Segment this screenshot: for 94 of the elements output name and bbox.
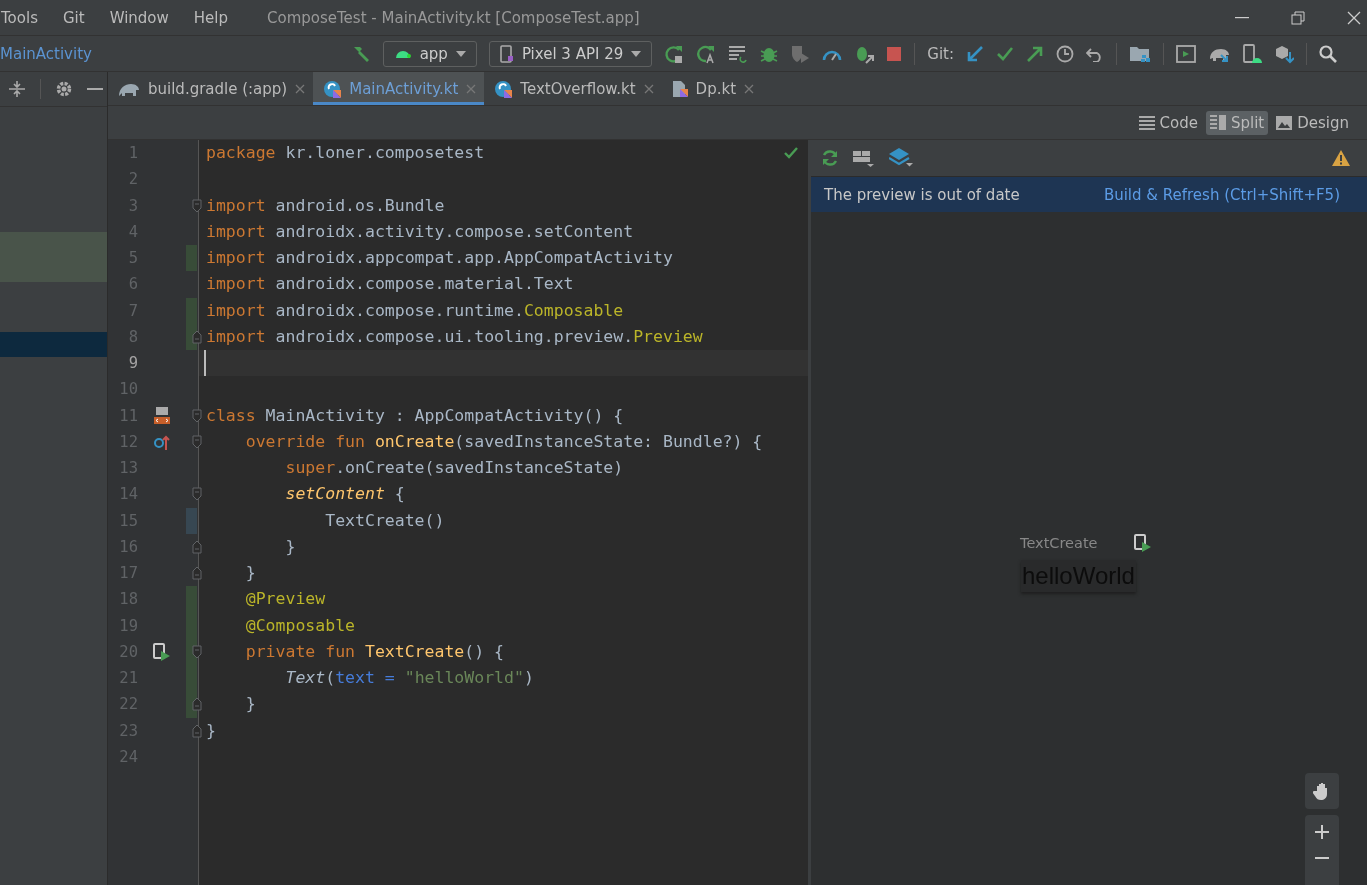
code-line: TextCreate() bbox=[324, 509, 445, 532]
line-number: 9 bbox=[127, 353, 138, 374]
code-line: } bbox=[244, 693, 256, 716]
change-marker[interactable] bbox=[186, 245, 197, 272]
split-view-icon bbox=[1209, 114, 1226, 131]
code-line: import androidx.compose.ui.tooling.preview.Preview bbox=[205, 325, 703, 348]
code-line: @Composable bbox=[244, 614, 355, 637]
menu-item[interactable]: Window bbox=[109, 8, 178, 27]
breadcrumb[interactable]: MainActivity bbox=[0, 44, 92, 63]
shield-run-icon[interactable] bbox=[790, 43, 811, 64]
code-line: override fun onCreate(savedInstanceState: Bundle?) { bbox=[244, 430, 763, 453]
code-line: } bbox=[205, 719, 216, 742]
code-line: import androidx.compose.runtime.Composable bbox=[205, 299, 624, 322]
kotlin-file-icon bbox=[323, 79, 342, 98]
android-icon bbox=[393, 49, 412, 58]
apply-changes-icon[interactable] bbox=[696, 43, 717, 64]
window-title: ComposeTest - MainActivity.kt [ComposeTest.app] bbox=[267, 8, 640, 27]
undo-icon[interactable] bbox=[1086, 45, 1104, 62]
search-icon[interactable] bbox=[1319, 44, 1337, 63]
layers-icon[interactable] bbox=[889, 148, 913, 168]
apply-code-icon[interactable] bbox=[728, 44, 749, 63]
stop-icon[interactable] bbox=[886, 45, 903, 62]
menu-item[interactable]: Tools bbox=[1, 8, 47, 27]
fold-icon[interactable] bbox=[192, 644, 202, 659]
pan-button[interactable] bbox=[1305, 773, 1339, 809]
image-icon bbox=[1276, 115, 1293, 130]
fold-end-icon[interactable] bbox=[192, 566, 202, 580]
editor-tab[interactable]: build.gradle (:app) bbox=[108, 72, 314, 105]
settings-icon[interactable] bbox=[55, 80, 73, 98]
phone-icon bbox=[499, 44, 514, 63]
menu-item[interactable]: Help bbox=[193, 8, 237, 27]
package-download-icon[interactable] bbox=[1274, 43, 1294, 64]
git-label: Git: bbox=[927, 44, 954, 63]
code-line: class MainActivity : AppCompatActivity() { bbox=[205, 404, 624, 427]
fold-icon[interactable] bbox=[192, 434, 202, 449]
run-config-dropdown[interactable]: app bbox=[382, 40, 477, 67]
preview-name: TextCreate bbox=[1020, 535, 1098, 551]
code-line: import androidx.appcompat.app.AppCompatActivity bbox=[205, 247, 673, 269]
code-line: } bbox=[284, 535, 296, 558]
change-marker[interactable] bbox=[186, 586, 197, 613]
code-line: import androidx.compose.material.Text bbox=[205, 273, 574, 296]
code-line: setContent { bbox=[284, 483, 405, 506]
rerun-icon[interactable] bbox=[664, 43, 685, 64]
fold-end-icon[interactable] bbox=[192, 697, 202, 712]
fold-icon[interactable] bbox=[192, 198, 202, 213]
layout-file-icon[interactable] bbox=[153, 406, 171, 425]
warning-icon[interactable] bbox=[1331, 149, 1351, 167]
fold-icon[interactable] bbox=[192, 487, 202, 502]
menu-item[interactable]: Git bbox=[62, 8, 94, 27]
file-icon bbox=[671, 79, 688, 98]
code-line: import android.os.Bundle bbox=[205, 194, 445, 217]
code-line: } bbox=[244, 562, 256, 584]
collapse-all-icon[interactable] bbox=[8, 80, 26, 98]
editor-tab[interactable]: MainActivity.kt bbox=[313, 72, 485, 105]
code-line: package kr.loner.composetest bbox=[205, 142, 485, 164]
view-mode-button[interactable]: Design bbox=[1272, 110, 1353, 135]
code-line: @Preview bbox=[244, 588, 326, 611]
device-manager-icon[interactable] bbox=[1242, 43, 1262, 64]
fold-end-icon[interactable] bbox=[192, 539, 202, 554]
restore-icon[interactable] bbox=[1291, 10, 1305, 25]
banner-message: The preview is out of date bbox=[824, 185, 1020, 204]
code-line: import androidx.activity.compose.setContent bbox=[205, 220, 634, 243]
arrow-up-right-icon[interactable] bbox=[1026, 44, 1044, 63]
folder-icon[interactable] bbox=[1129, 44, 1151, 63]
lines-icon bbox=[1138, 115, 1155, 130]
build-refresh-link[interactable]: Build & Refresh (Ctrl+Shift+F5) bbox=[1103, 185, 1340, 204]
device-dropdown[interactable]: Pixel 3 API 29 bbox=[488, 40, 653, 67]
run-on-device-icon[interactable] bbox=[1133, 534, 1152, 552]
fold-icon[interactable] bbox=[192, 408, 202, 423]
override-marker-icon[interactable] bbox=[154, 433, 170, 450]
kotlin-file-icon bbox=[494, 79, 513, 98]
code-line: super.onCreate(savedInstanceState) bbox=[284, 457, 624, 479]
code-line: Text(text = "helloWorld") bbox=[284, 667, 534, 689]
view-mode-button[interactable]: Code bbox=[1134, 110, 1202, 135]
fold-end-icon[interactable] bbox=[192, 723, 202, 738]
surface-dropdown-icon[interactable] bbox=[853, 149, 875, 167]
change-marker[interactable] bbox=[186, 297, 197, 324]
hide-icon[interactable] bbox=[87, 87, 103, 91]
close-icon[interactable] bbox=[1347, 10, 1361, 25]
clock-icon[interactable] bbox=[1056, 44, 1074, 63]
arrow-down-left-icon[interactable] bbox=[966, 44, 984, 63]
change-marker[interactable] bbox=[186, 507, 197, 534]
run-on-device-icon[interactable] bbox=[153, 642, 171, 661]
checkmark-icon[interactable] bbox=[784, 147, 798, 159]
run-window-icon[interactable] bbox=[1176, 44, 1196, 63]
editor-tab[interactable]: Dp.kt bbox=[661, 72, 763, 105]
refresh-icon[interactable] bbox=[821, 149, 839, 167]
caret-icon bbox=[631, 50, 642, 57]
caret-icon bbox=[455, 50, 466, 57]
code-line: private fun TextCreate() { bbox=[244, 640, 505, 663]
editor-tab[interactable]: TextOverflow.kt bbox=[484, 72, 662, 105]
zoom-in-button[interactable] bbox=[1315, 825, 1329, 839]
view-mode-button[interactable]: Split bbox=[1205, 110, 1269, 135]
fold-end-icon[interactable] bbox=[192, 329, 202, 344]
